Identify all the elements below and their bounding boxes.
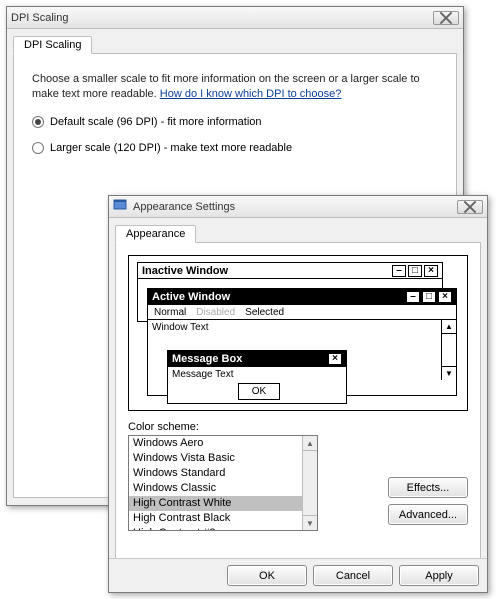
list-item[interactable]: Windows Vista Basic — [129, 451, 302, 466]
list-item[interactable]: Windows Standard — [129, 466, 302, 481]
radio-icon — [32, 116, 44, 128]
appearance-tab[interactable]: Appearance — [115, 225, 196, 243]
appearance-settings-window: Appearance Settings Appearance Inactive … — [108, 195, 488, 593]
preview-active-title: Active Window — [152, 291, 230, 303]
preview-message-box: Message Box × Message Text OK — [167, 350, 347, 404]
menu-normal: Normal — [154, 307, 186, 318]
dialog-button-bar: OK Cancel Apply — [109, 558, 487, 592]
radio-default-scale[interactable]: Default scale (96 DPI) - fit more inform… — [32, 116, 438, 128]
list-item[interactable]: High Contrast Black — [129, 511, 302, 526]
dpi-titlebar[interactable]: DPI Scaling — [7, 7, 463, 29]
close-icon[interactable] — [433, 11, 459, 25]
list-item[interactable]: High Contrast White — [129, 496, 302, 511]
cancel-button[interactable]: Cancel — [313, 565, 393, 586]
radio-larger-label: Larger scale (120 DPI) - make text more … — [50, 142, 292, 154]
radio-icon — [32, 142, 44, 154]
preview-msg-text: Message Text — [168, 367, 346, 382]
maximize-icon: □ — [422, 291, 436, 303]
close-icon: × — [424, 265, 438, 277]
apply-button[interactable]: Apply — [399, 565, 479, 586]
list-item[interactable]: High Contrast #2 — [129, 526, 302, 531]
preview-ok-button: OK — [238, 383, 280, 400]
dpi-tab[interactable]: DPI Scaling — [13, 36, 92, 54]
effects-button[interactable]: Effects... — [388, 477, 468, 498]
maximize-icon: □ — [408, 265, 422, 277]
preview-menubar: Normal Disabled Selected — [148, 305, 456, 320]
dpi-description: Choose a smaller scale to fit more infor… — [32, 72, 438, 102]
preview-inactive-titlebar: Inactive Window – □ × — [138, 263, 442, 279]
preview-inactive-title: Inactive Window — [142, 265, 228, 277]
scroll-down-icon: ▼ — [442, 366, 456, 380]
scroll-up-icon: ▲ — [442, 320, 456, 334]
preview-scrollbar: ▲ ▼ — [442, 320, 456, 380]
minimize-icon: – — [406, 291, 420, 303]
dpi-title-text: DPI Scaling — [11, 12, 427, 24]
color-scheme-label: Color scheme: — [128, 421, 468, 433]
color-scheme-listbox[interactable]: Windows AeroWindows Vista BasicWindows S… — [128, 435, 318, 531]
list-item[interactable]: Windows Aero — [129, 436, 302, 451]
ok-button[interactable]: OK — [227, 565, 307, 586]
advanced-button[interactable]: Advanced... — [388, 504, 468, 525]
listbox-scrollbar[interactable]: ▲ ▼ — [302, 436, 317, 530]
list-item[interactable]: Windows Classic — [129, 481, 302, 496]
app-icon — [113, 198, 127, 215]
close-icon[interactable] — [457, 200, 483, 214]
appearance-tab-panel: Appearance Inactive Window – □ × Active … — [115, 242, 481, 582]
appearance-titlebar[interactable]: Appearance Settings — [109, 196, 487, 218]
minimize-icon: – — [392, 265, 406, 277]
radio-larger-scale[interactable]: Larger scale (120 DPI) - make text more … — [32, 142, 438, 154]
preview-active-titlebar: Active Window – □ × — [148, 289, 456, 305]
radio-default-label: Default scale (96 DPI) - fit more inform… — [50, 116, 262, 128]
preview-msg-title: Message Box — [172, 353, 242, 365]
close-icon: × — [328, 353, 342, 365]
scroll-up-icon[interactable]: ▲ — [303, 436, 317, 451]
preview-msg-titlebar: Message Box × — [168, 351, 346, 367]
close-icon: × — [438, 291, 452, 303]
appearance-title-text: Appearance Settings — [133, 201, 451, 213]
theme-preview: Inactive Window – □ × Active Window – □ … — [128, 255, 468, 411]
menu-selected: Selected — [245, 307, 284, 318]
scroll-down-icon[interactable]: ▼ — [303, 515, 317, 530]
dpi-help-link[interactable]: How do I know which DPI to choose? — [160, 88, 342, 100]
menu-disabled: Disabled — [196, 307, 235, 318]
